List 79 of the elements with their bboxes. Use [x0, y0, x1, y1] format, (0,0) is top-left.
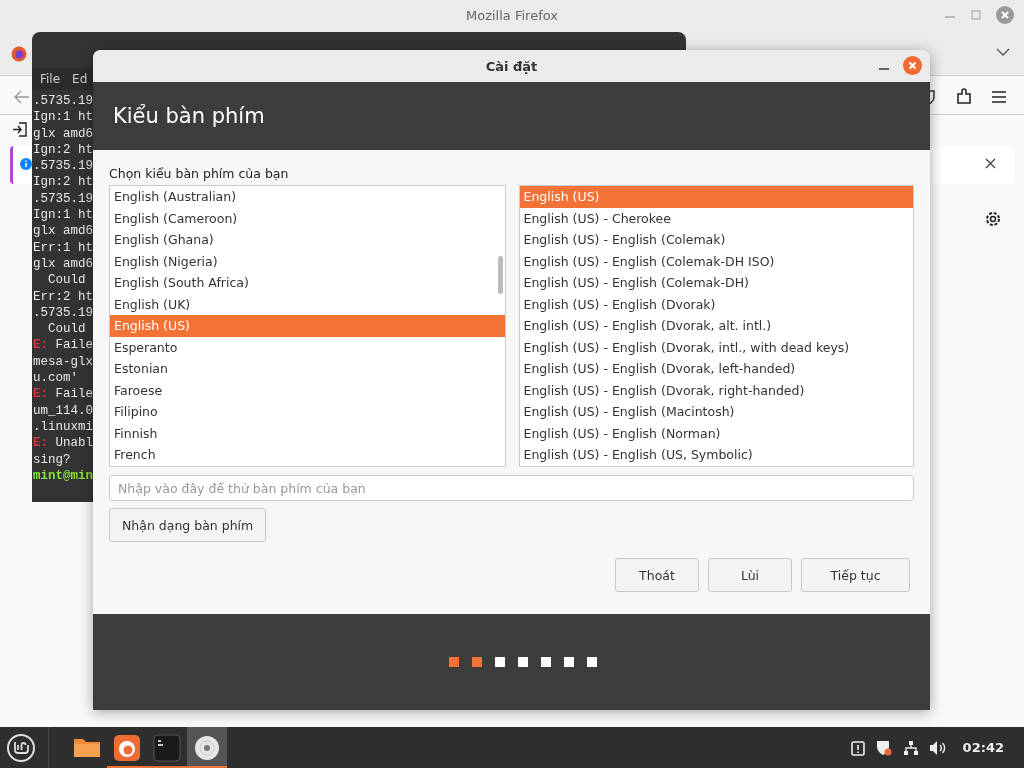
volume-icon[interactable]	[928, 739, 947, 756]
terminal-text: glx amd6	[33, 224, 93, 239]
menu-logo-icon[interactable]	[6, 732, 36, 763]
terminal-text: .5735.19	[33, 305, 93, 320]
browser-logo-icon[interactable]	[11, 46, 27, 62]
list-item[interactable]: English (US) - English (Dvorak, right-handed)	[519, 379, 913, 401]
list-item[interactable]: Esperanto	[110, 336, 505, 358]
list-item[interactable]: English (Ghana)	[110, 229, 505, 251]
error-prefix: E:	[33, 338, 48, 353]
sign-in-icon[interactable]	[12, 122, 27, 137]
terminal-text: Err:2 ht	[33, 289, 93, 304]
list-item[interactable]: English (US) - Cherokee	[519, 207, 913, 229]
list-item[interactable]: English (US) - English (Dvorak, intl., with dead keys)	[519, 336, 913, 358]
test-input-field[interactable]: Nhập vào đây để thử bàn phím của bạn	[109, 475, 914, 501]
terminal-text: Ign:1 ht	[33, 110, 93, 125]
chevron-down-icon[interactable]	[996, 47, 1010, 57]
browser-icon	[112, 732, 142, 763]
list-item[interactable]: English (US) - English (Dvorak)	[519, 293, 913, 315]
dialog-button[interactable]: Tiếp tục	[801, 558, 910, 592]
list-item[interactable]: Estonian	[110, 358, 505, 380]
terminal-text: glx amd6	[33, 256, 93, 271]
list-item[interactable]: English (US) - English (Colemak)	[519, 229, 913, 251]
list-item[interactable]: English (US) - English (US, Symbolic)	[519, 444, 913, 466]
terminal-prompt: mint@min	[33, 468, 93, 483]
menu-icon[interactable]	[992, 91, 1006, 103]
list-item[interactable]: English (Cameroon)	[110, 207, 505, 229]
terminal-text: Could	[47, 273, 86, 288]
menu-item[interactable]: Ed	[72, 71, 88, 87]
list-item[interactable]: Filipino	[110, 401, 505, 423]
terminal-text: .5735.19	[33, 191, 93, 206]
network-icon[interactable]	[902, 739, 919, 756]
dialog-button[interactable]: Lùi	[708, 558, 792, 592]
back-arrow-icon[interactable]	[14, 90, 30, 104]
terminal-text: .linuxmi	[33, 419, 93, 434]
list-item[interactable]: English (Nigeria)	[110, 250, 505, 272]
settings-icon[interactable]	[984, 210, 1002, 228]
error-prefix: E:	[33, 387, 48, 402]
shield-icon[interactable]	[874, 738, 893, 757]
terminal-text: mesa-glx	[33, 354, 93, 369]
list-item[interactable]: English (US) - English (Colemak-DH)	[519, 272, 913, 294]
terminal-text: Could	[47, 322, 86, 337]
dialog-title: Cài đặt	[485, 58, 538, 74]
list-item[interactable]: French	[110, 444, 505, 466]
terminal-text: .5735.19	[33, 159, 93, 174]
terminal-text: Faile	[55, 387, 94, 402]
terminal-text: Faile	[55, 338, 94, 353]
info-icon	[20, 158, 32, 170]
terminal-text: glx amd6	[33, 126, 93, 141]
list-item[interactable]: English (South Africa)	[110, 272, 505, 294]
detect-layout-button[interactable]: Nhận dạng bàn phím	[109, 508, 267, 542]
page-heading: Kiểu bàn phím	[113, 104, 265, 128]
terminal-text: sing?	[33, 452, 71, 467]
terminal-text: Ign:1 ht	[33, 208, 93, 223]
list-item[interactable]: English (US) - English (Dvorak, alt. intl.)	[519, 315, 913, 337]
terminal-text: Ign:2 ht	[33, 142, 93, 157]
list-item[interactable]: English (US) - English (Norman)	[519, 422, 913, 444]
terminal-text: u.com'	[33, 371, 78, 386]
taskbar-button[interactable]	[187, 727, 227, 768]
error-prefix: E:	[33, 436, 48, 451]
list-item[interactable]: English (UK)	[110, 293, 505, 315]
list-item[interactable]: English (Australian)	[110, 186, 505, 208]
terminal-text: Err:1 ht	[33, 240, 93, 255]
list-item[interactable]: Finnish	[110, 422, 505, 444]
scrollbar-thumb[interactable]	[497, 256, 503, 294]
clock[interactable]: 02:42	[962, 740, 1004, 755]
terminal-text: Ign:2 ht	[33, 175, 93, 190]
list-item[interactable]: English (US) - English (Colemak-DH ISO)	[519, 250, 913, 272]
window-title: Mozilla Firefox	[466, 8, 558, 23]
close-icon[interactable]	[985, 158, 996, 169]
list-item[interactable]: English (US) - English (Macintosh)	[519, 401, 913, 423]
dialog-button[interactable]: Thoát	[615, 558, 699, 592]
terminal-text: .5735.19	[33, 94, 93, 108]
instruction-label: Chọn kiểu bàn phím của bạn	[109, 166, 290, 183]
terminal-icon	[152, 732, 182, 763]
menu-item[interactable]: File	[40, 71, 61, 87]
list-item[interactable]: Faroese	[110, 379, 505, 401]
terminal-text: um_114.0	[33, 403, 93, 418]
terminal-text: Unabl	[55, 436, 94, 451]
list-item[interactable]: English (US) - English (Dvorak, left-handed)	[519, 358, 913, 380]
